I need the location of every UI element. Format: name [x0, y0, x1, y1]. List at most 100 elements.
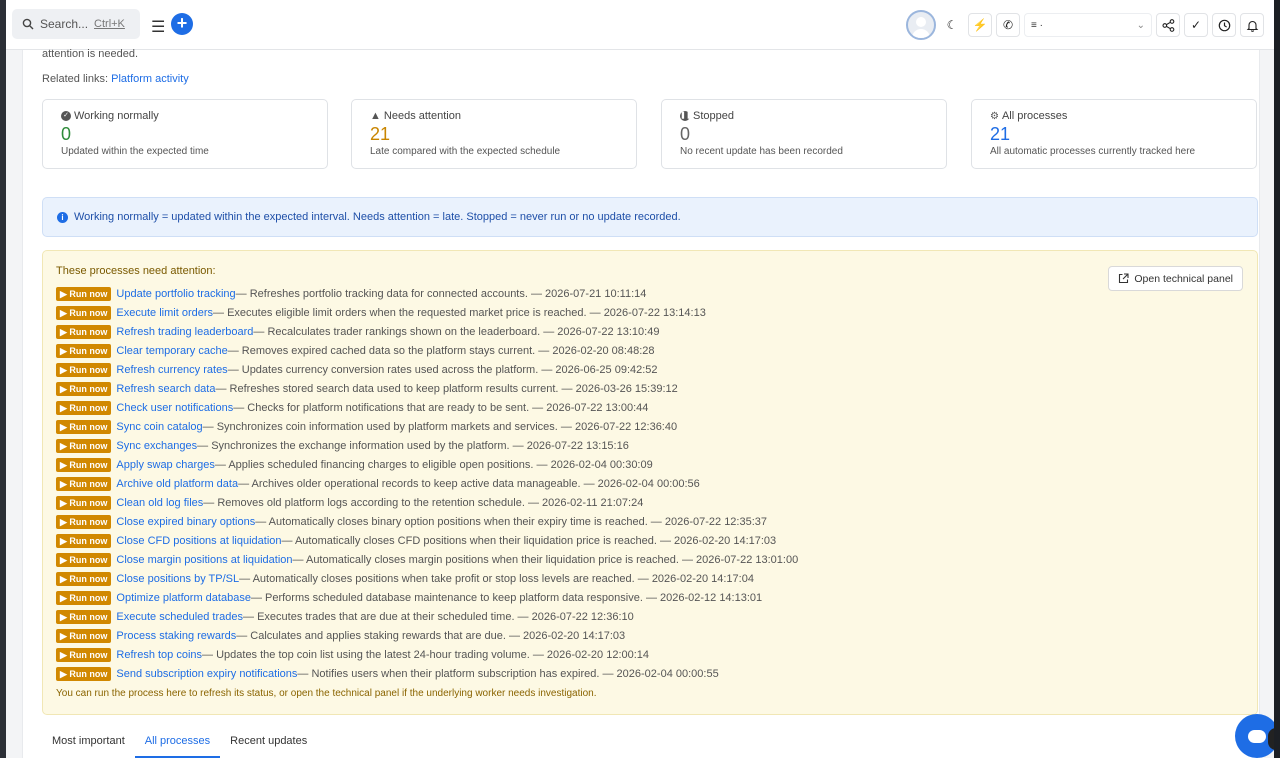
run-now-button[interactable]: ▶ Run now [56, 305, 112, 320]
intro-text: attention is needed. [42, 48, 139, 60]
run-now-button[interactable]: ▶ Run now [56, 286, 112, 301]
moon-icon[interactable]: ☾ [940, 13, 964, 37]
process-row: ▶ Run now Refresh top coins — Updates the… [56, 645, 798, 664]
attention-panel: These processes need attention: Open tec… [42, 250, 1258, 715]
process-name-link[interactable]: Check user notifications [116, 402, 233, 414]
process-name-link[interactable]: Send subscription expiry notifications [116, 668, 297, 680]
tab-most-important[interactable]: Most important [42, 727, 135, 758]
open-technical-panel-button[interactable]: Open technical panel [1108, 266, 1243, 291]
run-now-button[interactable]: ▶ Run now [56, 590, 112, 605]
process-description: — Recalculates trader rankings shown on … [253, 325, 660, 338]
process-description: — Automatically closes CFD positions whe… [281, 534, 777, 547]
phone-icon[interactable]: ✆ [996, 13, 1020, 37]
run-now-button[interactable]: ▶ Run now [56, 533, 112, 548]
search-placeholder: Search... [40, 17, 89, 31]
card-value: 0 [680, 124, 691, 144]
process-name-link[interactable]: Archive old platform data [116, 478, 238, 490]
process-name-link[interactable]: Process staking rewards [116, 630, 236, 642]
process-row: ▶ Run now Close CFD positions at liquidat… [56, 531, 798, 550]
tab-recent-updates[interactable]: Recent updates [220, 727, 317, 758]
bell-icon[interactable] [1240, 13, 1264, 37]
process-name-link[interactable]: Optimize platform database [116, 592, 251, 604]
card-label: Working normally [74, 110, 159, 122]
card-label: All processes [1001, 110, 1068, 122]
share-icon[interactable] [1156, 13, 1180, 37]
avatar[interactable] [906, 10, 936, 40]
process-name-link[interactable]: Refresh trading leaderboard [116, 326, 253, 338]
process-name-link[interactable]: Refresh top coins [116, 649, 202, 661]
process-row: ▶ Run now Process staking rewards — Calcu… [56, 626, 798, 645]
process-row: ▶ Run now Optimize platform database — Pe… [56, 588, 798, 607]
process-name-link[interactable]: Close expired binary options [116, 516, 255, 528]
run-now-button[interactable]: ▶ Run now [56, 419, 112, 434]
process-name-link[interactable]: Sync exchanges [116, 440, 197, 452]
process-description: — Updates currency conversion rates used… [227, 363, 658, 376]
run-now-button[interactable]: ▶ Run now [56, 324, 112, 339]
process-name-link[interactable]: Refresh search data [116, 383, 215, 395]
process-description: — Automatically closes positions when ta… [239, 572, 754, 585]
run-now-button[interactable]: ▶ Run now [56, 571, 112, 586]
run-now-button[interactable]: ▶ Run now [56, 362, 112, 377]
run-now-button[interactable]: ▶ Run now [56, 381, 112, 396]
run-now-button[interactable]: ▶ Run now [56, 647, 112, 662]
card-needs-attention: ▲ Needs attention 21 Late compared with t… [351, 99, 637, 169]
attention-footnote: You can run the process here to refresh … [56, 688, 597, 699]
process-description: — Executes trades that are due at their … [243, 610, 634, 623]
process-list: ▶ Run now Update portfolio tracking — Ref… [56, 284, 798, 683]
process-row: ▶ Run now Send subscription expiry notifi… [56, 664, 798, 683]
run-now-button[interactable]: ▶ Run now [56, 552, 112, 567]
card-all-processes: ⚙ All processes 21 All automatic processe… [971, 99, 1257, 169]
bolt-icon[interactable]: ⚡ [968, 13, 992, 37]
clock-icon[interactable] [1212, 13, 1236, 37]
process-row: ▶ Run now Sync coin catalog — Synchronize… [56, 417, 798, 436]
check-icon[interactable]: ✓ [1184, 13, 1208, 37]
process-description: — Checks for platform notifications that… [233, 401, 649, 414]
process-name-link[interactable]: Clean old log files [116, 497, 203, 509]
card-subtext: Late compared with the expected schedule [370, 146, 561, 157]
process-description: — Performs scheduled database maintenanc… [250, 591, 763, 604]
process-name-link[interactable]: Close margin positions at liquidation [116, 554, 292, 566]
run-now-button[interactable]: ▶ Run now [56, 495, 112, 510]
run-now-button[interactable]: ▶ Run now [56, 400, 112, 415]
tab-all-processes[interactable]: All processes [134, 727, 221, 758]
platform-activity-link[interactable]: Platform activity [111, 73, 189, 85]
workspace-select[interactable]: ≡ · ⌄ [1024, 13, 1152, 37]
process-row: ▶ Run now Execute limit orders — Executes… [56, 303, 798, 322]
process-description: — Applies scheduled financing charges to… [214, 458, 653, 471]
process-description: — Executes eligible limit orders when th… [213, 306, 706, 319]
process-name-link[interactable]: Update portfolio tracking [116, 288, 235, 300]
process-name-link[interactable]: Apply swap charges [116, 459, 214, 471]
warning-icon: ▲ [370, 110, 381, 122]
chat-icon [1248, 729, 1266, 743]
plus-icon[interactable]: + [171, 13, 193, 35]
run-now-button[interactable]: ▶ Run now [56, 438, 112, 453]
run-now-button[interactable]: ▶ Run now [56, 476, 112, 491]
run-now-button[interactable]: ▶ Run now [56, 609, 112, 624]
run-now-button[interactable]: ▶ Run now [56, 628, 112, 643]
menu-icon[interactable]: ☰ [151, 17, 165, 37]
process-name-link[interactable]: Close CFD positions at liquidation [116, 535, 281, 547]
run-now-button[interactable]: ▶ Run now [56, 666, 112, 681]
search-box[interactable]: Search... Ctrl+K [12, 9, 140, 39]
process-name-link[interactable]: Execute limit orders [116, 307, 213, 319]
process-row: ▶ Run now Apply swap charges — Applies sc… [56, 455, 798, 474]
process-name-link[interactable]: Close positions by TP/SL [116, 573, 239, 585]
app-window: Search... Ctrl+K ☰ + ☾ ⚡ ✆ ≡ · ⌄ ✓ atten… [6, 0, 1274, 758]
process-name-link[interactable]: Execute scheduled trades [116, 611, 243, 623]
process-name-link[interactable]: Sync coin catalog [116, 421, 202, 433]
process-description: — Notifies users when their platform sub… [297, 667, 719, 680]
run-now-button[interactable]: ▶ Run now [56, 343, 112, 358]
related-links-label: Related links: [42, 73, 109, 85]
process-name-link[interactable]: Clear temporary cache [116, 345, 227, 357]
process-name-link[interactable]: Refresh currency rates [116, 364, 227, 376]
process-row: ▶ Run now Close expired binary options — … [56, 512, 798, 531]
card-value: 21 [370, 124, 391, 144]
run-now-button[interactable]: ▶ Run now [56, 457, 112, 472]
process-row: ▶ Run now Close positions by TP/SL — Auto… [56, 569, 798, 588]
process-row: ▶ Run now Archive old platform data — Arc… [56, 474, 798, 493]
info-banner: i Working normally = updated within the … [42, 197, 1258, 237]
topbar-actions: ☾ ⚡ ✆ ≡ · ⌄ ✓ [906, 10, 1264, 40]
related-links: Related links: Platform activity [42, 73, 189, 85]
search-icon [22, 18, 34, 30]
run-now-button[interactable]: ▶ Run now [56, 514, 112, 529]
